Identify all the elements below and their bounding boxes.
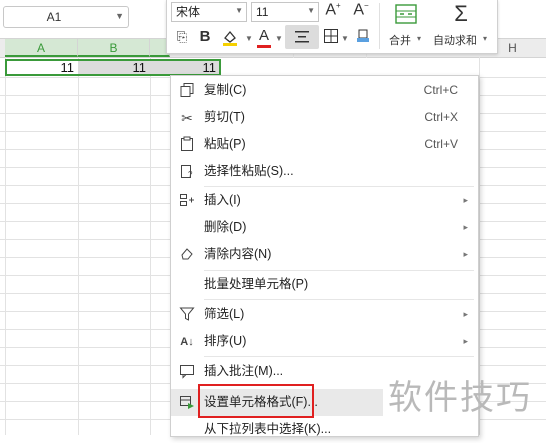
menu-item-shortcut: Ctrl+X bbox=[424, 110, 458, 124]
font-name-value: 宋体 bbox=[176, 5, 201, 19]
chevron-down-icon[interactable]: ▾ bbox=[417, 34, 421, 43]
paste-icon bbox=[178, 136, 196, 154]
menu-item-label: 筛选(L) bbox=[204, 307, 245, 321]
decrease-font-icon[interactable]: A− bbox=[351, 1, 371, 23]
name-box[interactable]: A1 ▼ bbox=[3, 6, 129, 28]
increase-font-icon[interactable]: A+ bbox=[323, 1, 343, 23]
format-cells-icon bbox=[178, 394, 196, 412]
menu-item-sort[interactable]: A↓ 排序(U) ▸ bbox=[171, 328, 478, 355]
chevron-down-icon[interactable]: ▼ bbox=[115, 11, 124, 21]
scissors-icon: ✂ bbox=[181, 110, 193, 126]
insert-cells-icon bbox=[178, 192, 196, 210]
highlight-annotation bbox=[198, 384, 314, 418]
font-size-value: 11 bbox=[256, 5, 269, 19]
menu-item-clear[interactable]: 清除内容(N) ▸ bbox=[171, 241, 478, 268]
menu-separator bbox=[204, 356, 474, 357]
selection-range bbox=[5, 59, 221, 76]
menu-item-paste-special[interactable]: ? 选择性粘贴(S)... bbox=[171, 158, 478, 185]
menu-item-label: 选择性粘贴(S)... bbox=[204, 164, 294, 178]
autosum-icon[interactable]: Σ bbox=[449, 1, 473, 27]
chevron-down-icon[interactable]: ▾ bbox=[483, 34, 487, 43]
menu-item-copy[interactable]: 复制(C) Ctrl+C bbox=[171, 77, 478, 104]
paste-special-icon: ? bbox=[178, 163, 196, 181]
menu-item-label: 剪切(T) bbox=[204, 110, 245, 124]
mini-toolbar: 宋体 ▼ 11 ▼ A+ A− ⎘ B ▼ A ▼ ▼ 合并 ▾ Σ 自动求和 … bbox=[166, 0, 498, 54]
menu-item-shortcut: Ctrl+V bbox=[424, 137, 458, 151]
menu-item-label: 插入(I) bbox=[204, 193, 241, 207]
menu-item-shortcut: Ctrl+C bbox=[423, 83, 458, 97]
menu-item-label: 排序(U) bbox=[204, 334, 247, 348]
eraser-icon[interactable] bbox=[353, 28, 373, 48]
submenu-arrow-icon: ▸ bbox=[463, 249, 468, 259]
menu-item-label: 清除内容(N) bbox=[204, 247, 272, 261]
menu-item-cut[interactable]: ✂ 剪切(T) Ctrl+X bbox=[171, 104, 478, 131]
bold-button[interactable]: B bbox=[197, 28, 213, 48]
fill-color-icon[interactable] bbox=[219, 28, 241, 48]
submenu-arrow-icon: ▸ bbox=[463, 336, 468, 346]
merge-cells-icon[interactable] bbox=[393, 3, 419, 27]
menu-item-label: 复制(C) bbox=[204, 83, 247, 97]
clear-contents-icon bbox=[178, 246, 196, 264]
menu-item-label: 从下拉列表中选择(K)... bbox=[204, 422, 332, 436]
submenu-arrow-icon: ▸ bbox=[463, 309, 468, 319]
submenu-arrow-icon: ▸ bbox=[463, 222, 468, 232]
chevron-down-icon[interactable]: ▼ bbox=[341, 34, 349, 44]
autosum-label[interactable]: 自动求和 bbox=[433, 32, 477, 48]
font-size-select[interactable]: 11 ▼ bbox=[251, 2, 319, 22]
font-color-glyph: A bbox=[258, 27, 269, 44]
column-header-a[interactable]: A bbox=[5, 39, 78, 57]
menu-item-label: 粘贴(P) bbox=[204, 137, 246, 151]
submenu-arrow-icon: ▸ bbox=[463, 195, 468, 205]
menu-separator bbox=[204, 299, 474, 300]
font-name-select[interactable]: 宋体 ▼ bbox=[171, 2, 247, 22]
menu-item-label: 插入批注(M)... bbox=[204, 364, 284, 378]
filter-icon bbox=[178, 306, 196, 324]
chevron-down-icon: ▼ bbox=[307, 6, 315, 15]
merge-cells-label[interactable]: 合并 bbox=[389, 32, 411, 48]
sort-icon: A↓ bbox=[180, 336, 194, 348]
chevron-down-icon[interactable]: ▼ bbox=[245, 34, 253, 44]
menu-item-delete[interactable]: 删除(D) ▸ bbox=[171, 214, 478, 241]
watermark: 软件技巧 bbox=[388, 378, 532, 418]
align-center-button[interactable] bbox=[285, 25, 319, 49]
chevron-down-icon[interactable]: ▼ bbox=[275, 34, 283, 44]
menu-item-label: 批量处理单元格(P) bbox=[204, 277, 309, 291]
chevron-down-icon: ▼ bbox=[235, 6, 243, 15]
menu-item-paste[interactable]: 粘贴(P) Ctrl+V bbox=[171, 131, 478, 158]
menu-item-batch-process[interactable]: 批量处理单元格(P) bbox=[171, 271, 478, 298]
column-header-b[interactable]: B bbox=[78, 39, 150, 57]
menu-item-pick-from-list[interactable]: 从下拉列表中选择(K)... bbox=[171, 416, 478, 443]
svg-text:?: ? bbox=[188, 170, 193, 179]
menu-item-label: 删除(D) bbox=[204, 220, 247, 234]
border-icon[interactable] bbox=[321, 28, 341, 48]
font-color-button[interactable]: A bbox=[255, 27, 273, 49]
copy-icon bbox=[178, 82, 196, 100]
menu-item-filter[interactable]: 筛选(L) ▸ bbox=[171, 301, 478, 328]
comment-icon bbox=[178, 363, 196, 381]
toolbar-divider bbox=[379, 3, 380, 49]
format-painter-icon[interactable]: ⎘ bbox=[173, 29, 191, 47]
name-box-value: A1 bbox=[46, 10, 62, 24]
menu-item-insert[interactable]: 插入(I) ▸ bbox=[171, 187, 478, 214]
